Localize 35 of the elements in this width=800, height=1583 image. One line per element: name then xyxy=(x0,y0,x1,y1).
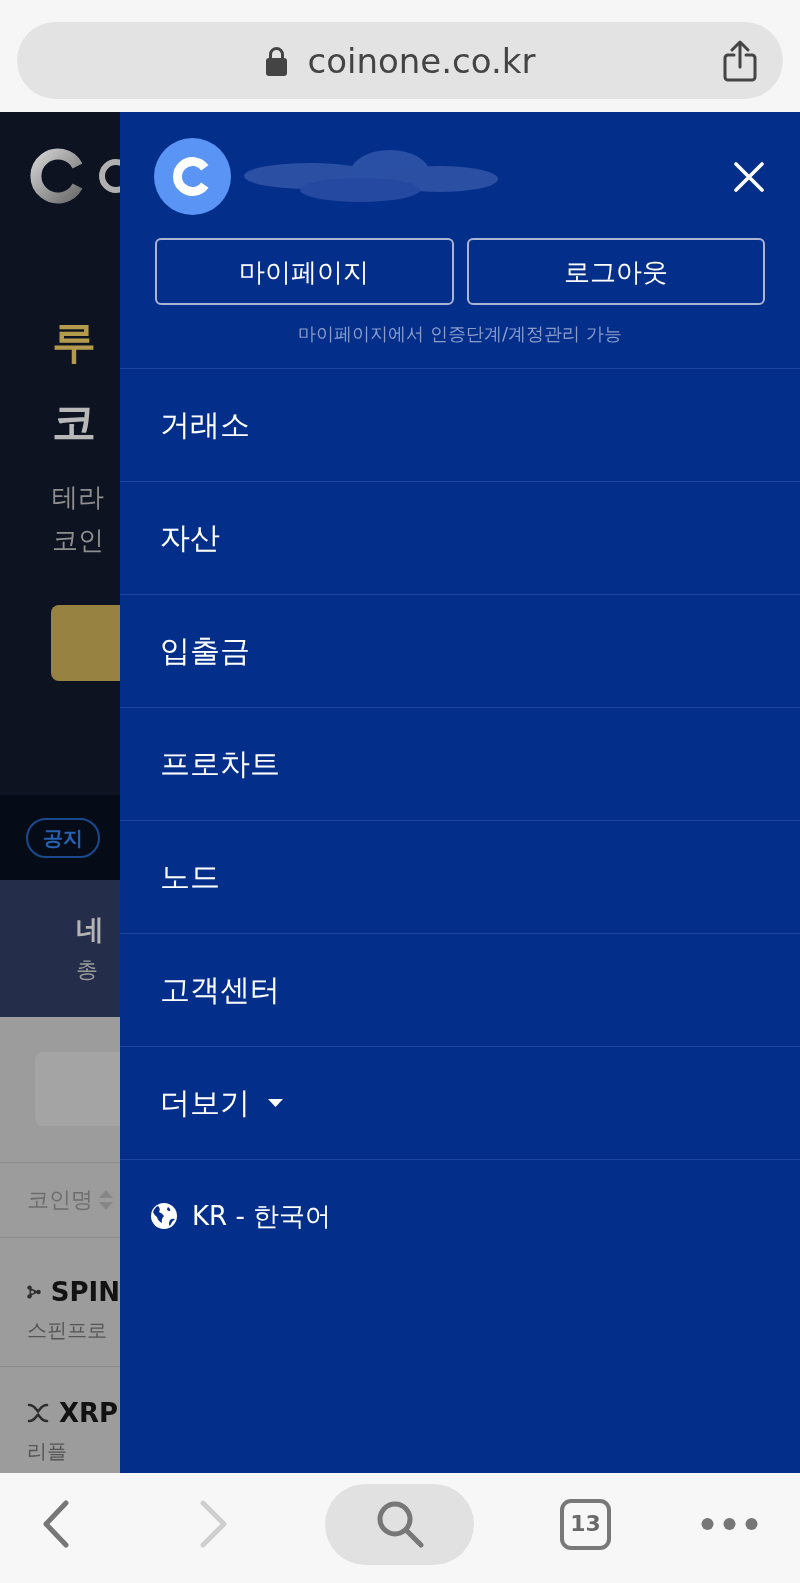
caret-icon xyxy=(268,1099,283,1107)
account-button[interactable]: 마이페이지 xyxy=(155,238,454,305)
url-text: coinone.co.kr xyxy=(307,40,536,81)
menu-item[interactable]: 프로차트 xyxy=(160,744,280,784)
menu-item[interactable]: 더보기 xyxy=(160,1083,283,1123)
menu-item[interactable]: 거래소 xyxy=(160,405,250,445)
hero-title: 코 xyxy=(52,395,96,449)
address-bar[interactable]: coinone.co.kr xyxy=(17,22,783,99)
menu-item[interactable]: 자산 xyxy=(160,518,220,558)
account-button[interactable]: 로그아웃 xyxy=(466,238,765,305)
coin-symbol: SPIN xyxy=(50,1276,120,1308)
coin-symbol: XRP xyxy=(59,1397,119,1429)
notice-badge: 공지 xyxy=(26,817,100,858)
menu-item[interactable]: 고객센터 xyxy=(160,970,280,1010)
coin-name: 리플 xyxy=(27,1438,67,1465)
coin-name: 스핀프로 xyxy=(27,1317,107,1344)
x-mark-icon xyxy=(27,1403,49,1423)
hint-text: 마이페이지에서 인증단계/계정관리 가능 xyxy=(298,322,622,346)
close-icon[interactable] xyxy=(734,161,764,192)
language-selector[interactable]: KR - 한국어 xyxy=(192,1198,332,1234)
banner-subtitle: 총 xyxy=(76,956,98,984)
share-icon[interactable] xyxy=(723,39,757,82)
hero-title: 루 xyxy=(52,315,96,369)
more-icon[interactable] xyxy=(701,1517,758,1531)
lock-icon xyxy=(264,45,288,76)
search-icon xyxy=(375,1500,424,1548)
back-icon[interactable] xyxy=(43,1500,69,1548)
avatar-logo-icon xyxy=(154,138,231,215)
hero-subtitle: 코인 xyxy=(52,524,104,557)
banner-title: 네 xyxy=(76,912,104,948)
globe-icon xyxy=(151,1203,177,1229)
menu-item[interactable]: 노드 xyxy=(160,857,220,897)
menu-item[interactable]: 입출금 xyxy=(160,631,250,671)
hero-subtitle: 테라 xyxy=(52,481,104,514)
tabs-button[interactable]: 13 xyxy=(560,1498,611,1550)
